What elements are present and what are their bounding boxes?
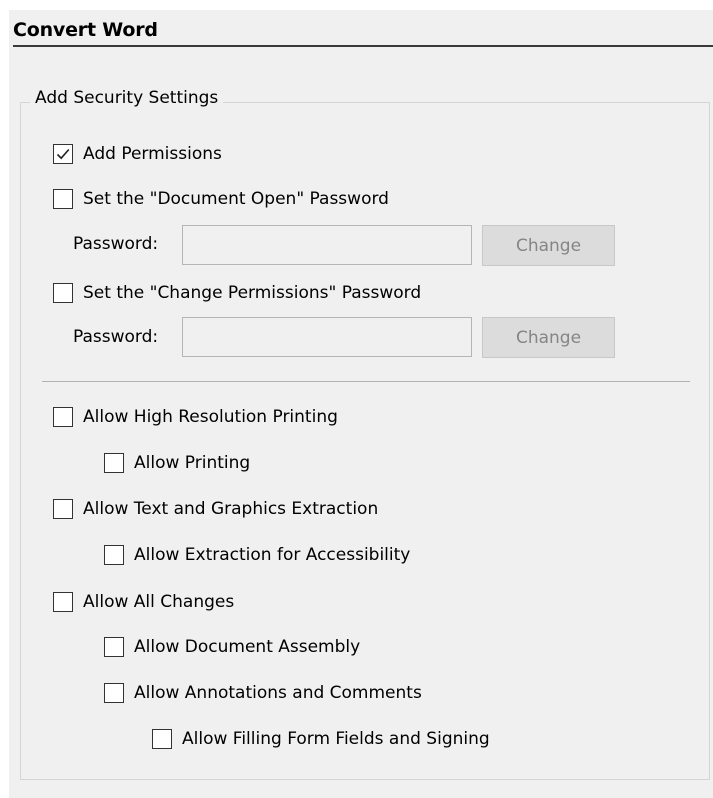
change-permissions-password-label: Set the "Change Permissions" Password — [83, 283, 422, 303]
allow-text-graphics-extraction-checkbox[interactable] — [53, 499, 73, 519]
allow-annotations-comments-checkbox[interactable] — [104, 683, 124, 703]
allow-extraction-accessibility-checkbox[interactable] — [104, 545, 124, 565]
allow-high-resolution-printing-option[interactable]: Allow High Resolution Printing — [53, 404, 338, 430]
allow-document-assembly-label: Allow Document Assembly — [134, 637, 361, 657]
change-password-change-button[interactable]: Change — [482, 317, 615, 358]
allow-printing-label: Allow Printing — [134, 453, 251, 473]
change-permissions-password-option[interactable]: Set the "Change Permissions" Password — [53, 280, 421, 306]
checkmark-icon — [56, 148, 70, 160]
allow-document-assembly-checkbox[interactable] — [104, 637, 124, 657]
change-password-label: Password: — [73, 327, 159, 347]
allow-document-assembly-option[interactable]: Allow Document Assembly — [104, 634, 360, 660]
allow-printing-checkbox[interactable] — [104, 453, 124, 473]
allow-all-changes-option[interactable]: Allow All Changes — [53, 589, 234, 615]
open-password-label: Password: — [73, 234, 159, 254]
add-permissions-option[interactable]: Add Permissions — [53, 141, 222, 167]
allow-extraction-accessibility-option[interactable]: Allow Extraction for Accessibility — [104, 542, 410, 568]
allow-filling-form-fields-checkbox[interactable] — [152, 729, 172, 749]
document-open-password-checkbox[interactable] — [53, 189, 73, 209]
document-open-password-option[interactable]: Set the "Document Open" Password — [53, 186, 389, 212]
open-password-field[interactable] — [182, 225, 472, 265]
allow-all-changes-checkbox[interactable] — [53, 592, 73, 612]
allow-annotations-comments-label: Allow Annotations and Comments — [134, 683, 422, 703]
header-divider — [13, 45, 713, 47]
change-password-field[interactable] — [182, 317, 472, 357]
allow-printing-option[interactable]: Allow Printing — [104, 450, 250, 476]
security-settings-legend: Add Security Settings — [30, 88, 224, 108]
allow-text-graphics-extraction-label: Allow Text and Graphics Extraction — [83, 499, 379, 519]
allow-high-resolution-printing-label: Allow High Resolution Printing — [83, 407, 338, 427]
add-permissions-checkbox[interactable] — [53, 144, 73, 164]
allow-high-resolution-printing-checkbox[interactable] — [53, 407, 73, 427]
allow-all-changes-label: Allow All Changes — [83, 592, 235, 612]
allow-filling-form-fields-label: Allow Filling Form Fields and Signing — [182, 729, 490, 749]
open-password-change-button[interactable]: Change — [482, 225, 615, 266]
add-permissions-label: Add Permissions — [83, 144, 222, 164]
separator — [42, 381, 690, 382]
document-open-password-label: Set the "Document Open" Password — [83, 189, 389, 209]
allow-extraction-accessibility-label: Allow Extraction for Accessibility — [134, 545, 411, 565]
allow-text-graphics-extraction-option[interactable]: Allow Text and Graphics Extraction — [53, 496, 378, 522]
allow-filling-form-fields-option[interactable]: Allow Filling Form Fields and Signing — [152, 726, 490, 752]
section-title: Convert Word — [13, 19, 158, 41]
allow-annotations-comments-option[interactable]: Allow Annotations and Comments — [104, 680, 422, 706]
change-permissions-password-checkbox[interactable] — [53, 283, 73, 303]
